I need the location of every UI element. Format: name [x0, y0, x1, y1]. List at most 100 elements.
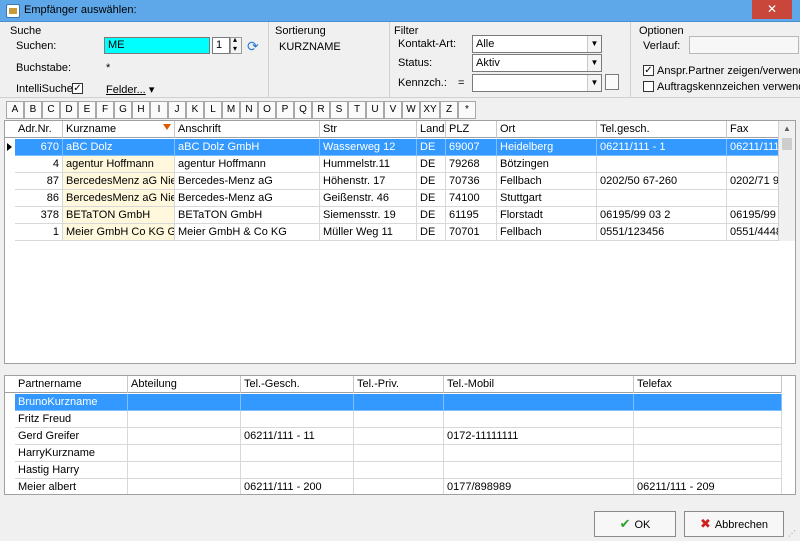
- table-cell: [444, 411, 634, 428]
- letter-key-k[interactable]: K: [186, 101, 204, 119]
- buchstabe-label: Buchstabe:: [16, 62, 72, 74]
- letter-key-g[interactable]: G: [114, 101, 132, 119]
- letter-key-m[interactable]: M: [222, 101, 240, 119]
- table-cell: 1: [15, 224, 63, 241]
- letter-key-f[interactable]: F: [96, 101, 114, 119]
- intellisuche-label: IntelliSuche:: [16, 83, 76, 95]
- table-cell: aBC Dolz: [63, 139, 175, 156]
- column-header-label: Str: [323, 123, 338, 135]
- column-header[interactable]: Str: [320, 121, 417, 138]
- kennzch-select[interactable]: ▼: [472, 74, 602, 92]
- search-input[interactable]: ME: [104, 37, 210, 54]
- kontakt-art-select[interactable]: Alle ▼: [472, 35, 602, 53]
- close-button[interactable]: ✕: [752, 0, 792, 19]
- column-header[interactable]: Abteilung: [128, 376, 241, 393]
- letter-key-j[interactable]: J: [168, 101, 186, 119]
- scroll-up-icon[interactable]: ▲: [779, 121, 795, 137]
- table-cell: 0177/898989: [444, 479, 634, 494]
- letter-key-b[interactable]: B: [24, 101, 42, 119]
- column-header-label: Adr.Nr.: [18, 123, 52, 135]
- table-cell: 0551/444888: [727, 224, 781, 241]
- letter-key-h[interactable]: H: [132, 101, 150, 119]
- table-row[interactable]: HarryKurzname: [5, 445, 782, 462]
- column-header-label: Tel.-Mobil: [447, 378, 495, 390]
- table-row[interactable]: Hastig Harry: [5, 462, 782, 479]
- column-header[interactable]: Ort: [497, 121, 597, 138]
- table-cell: DE: [417, 190, 446, 207]
- table-cell: [241, 462, 354, 479]
- column-header[interactable]: Partnername: [15, 376, 128, 393]
- letter-key-n[interactable]: N: [240, 101, 258, 119]
- column-header[interactable]: Land: [417, 121, 446, 138]
- letter-key-p[interactable]: P: [276, 101, 294, 119]
- letter-key-t[interactable]: T: [348, 101, 366, 119]
- column-header[interactable]: Anschrift: [175, 121, 320, 138]
- letter-key-q[interactable]: Q: [294, 101, 312, 119]
- table-cell: Bötzingen: [497, 156, 597, 173]
- letter-key-o[interactable]: O: [258, 101, 276, 119]
- refresh-icon[interactable]: ⟳: [247, 39, 261, 53]
- column-header[interactable]: Kurzname: [63, 121, 175, 138]
- letter-key-c[interactable]: C: [42, 101, 60, 119]
- table-row[interactable]: 1 Meier GmbH Co KG Gro Meier GmbH & Co KG M…: [5, 224, 781, 241]
- table-row[interactable]: BrunoKurzname: [5, 394, 782, 411]
- ok-button[interactable]: ✔ OK: [594, 511, 676, 537]
- table-cell: [128, 411, 241, 428]
- letter-key-l[interactable]: L: [204, 101, 222, 119]
- letter-key-v[interactable]: V: [384, 101, 402, 119]
- letter-key-d[interactable]: D: [60, 101, 78, 119]
- table-row[interactable]: Fritz Freud: [5, 411, 782, 428]
- column-header[interactable]: Tel.-Mobil: [444, 376, 634, 393]
- table-row[interactable]: 378 BETaTON GmbH BETaTON GmbH Siemensstr. 1…: [5, 207, 781, 224]
- letter-key-xy[interactable]: XY: [420, 101, 440, 119]
- cancel-button[interactable]: ✖ Abbrechen: [684, 511, 784, 537]
- kennzch-browse-button[interactable]: [605, 74, 619, 90]
- column-header[interactable]: Telefax: [634, 376, 782, 393]
- count-spinner[interactable]: [230, 35, 242, 54]
- column-header-label: Partnername: [18, 378, 82, 390]
- verlauf-input[interactable]: [689, 36, 799, 54]
- letter-key-e[interactable]: E: [78, 101, 96, 119]
- table-cell: 378: [15, 207, 63, 224]
- status-select[interactable]: Aktiv ▼: [472, 54, 602, 72]
- letter-key-a[interactable]: A: [6, 101, 24, 119]
- table-row[interactable]: Meier albert 06211/111 - 200 0177/898989 06…: [5, 479, 782, 494]
- resize-grip-icon[interactable]: ⋰: [788, 529, 798, 539]
- show-partner-label: Anspr.Partner zeigen/verwende: [657, 65, 800, 77]
- column-header[interactable]: Tel.-Gesch.: [241, 376, 354, 393]
- column-header[interactable]: Adr.Nr.: [15, 121, 63, 138]
- table-cell: 4: [15, 156, 63, 173]
- order-code-checkbox[interactable]: [643, 81, 654, 92]
- letter-key-u[interactable]: U: [366, 101, 384, 119]
- letter-key-all[interactable]: *: [458, 101, 476, 119]
- felder-menu[interactable]: Felder... ▾: [106, 83, 154, 96]
- column-header[interactable]: Tel.-Priv.: [354, 376, 444, 393]
- table-cell: Meier GmbH Co KG Gro: [63, 224, 175, 241]
- column-header-label: Fax: [730, 123, 749, 135]
- table-cell: [634, 411, 782, 428]
- letter-key-z[interactable]: Z: [440, 101, 458, 119]
- table-cell: HarryKurzname: [15, 445, 128, 462]
- table-row[interactable]: 86BercedesMenz aG NiedeBercedes-Menz aGG…: [5, 190, 781, 207]
- column-header-label: Telefax: [637, 378, 672, 390]
- scroll-thumb[interactable]: [782, 138, 792, 150]
- letter-key-s[interactable]: S: [330, 101, 348, 119]
- status-label: Status:: [398, 57, 433, 69]
- table-row[interactable]: Gerd Greifer 06211/111 - 11 0172-11111111: [5, 428, 782, 445]
- result-count-input[interactable]: 1: [212, 37, 230, 54]
- table-row[interactable]: 87BercedesMenz aG NiedeBercedes-Menz aGH…: [5, 173, 781, 190]
- letter-key-i[interactable]: I: [150, 101, 168, 119]
- show-partner-checkbox[interactable]: ✓: [643, 65, 654, 76]
- column-header[interactable]: PLZ: [446, 121, 497, 138]
- vertical-scrollbar[interactable]: ▲: [778, 121, 795, 241]
- table-cell: Gerd Greifer: [15, 428, 128, 445]
- intellisuche-checkbox[interactable]: ✓: [72, 83, 83, 94]
- suchen-label: Suchen:: [16, 40, 57, 52]
- letter-key-r[interactable]: R: [312, 101, 330, 119]
- table-row[interactable]: 670 aBC Dolz aBC Dolz GmbH Wasserweg 12 DE 69…: [5, 139, 781, 156]
- options-section: Optionen Verlauf: ✓ Anspr.Partner zeigen…: [631, 22, 800, 98]
- column-header[interactable]: Fax: [727, 121, 781, 138]
- table-row[interactable]: 4 agentur Hoffmann agentur Hoffmann Hummels…: [5, 156, 781, 173]
- letter-key-w[interactable]: W: [402, 101, 420, 119]
- column-header[interactable]: Tel.gesch.: [597, 121, 727, 138]
